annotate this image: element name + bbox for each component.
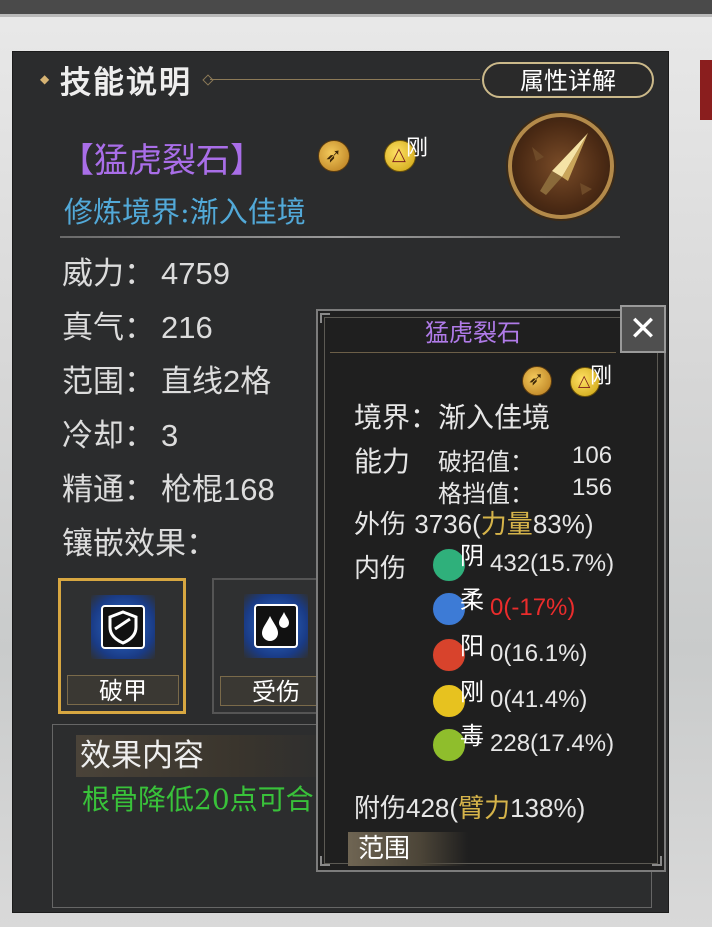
value: 432 <box>490 550 531 577</box>
stat-label: 冷却： <box>62 418 155 454</box>
element-label: 阴 <box>460 542 484 570</box>
outer-value: 3736 <box>414 509 473 539</box>
side-tab-edge[interactable] <box>700 60 712 120</box>
inlay-title: 镶嵌效果： <box>62 526 217 562</box>
top-bar-edge <box>0 14 712 17</box>
pct: (17.4%) <box>530 730 615 757</box>
gem-frame <box>91 595 155 659</box>
spear-tip-icon <box>508 113 614 219</box>
stat-label: 真气： <box>62 310 155 346</box>
inner-value: 432(15.7%) <box>490 550 614 578</box>
panel-title: 技能说明 <box>60 65 192 101</box>
break-row: 破招值： 106 <box>438 442 612 477</box>
bird-element-icon <box>318 140 350 172</box>
value: 0 <box>490 640 504 667</box>
tooltip-realm: 境界：渐入佳境 <box>354 396 550 436</box>
block-value: 156 <box>572 474 613 501</box>
tooltip-title: 猛虎裂石 <box>425 319 521 347</box>
stat-qi: 真气： 216 <box>62 302 213 347</box>
tooltip-title-divider <box>330 352 616 353</box>
outer-pct: 83%) <box>532 509 594 539</box>
extra-label: 附伤 <box>354 794 407 824</box>
stat-value: 216 <box>161 310 213 345</box>
gem-frame <box>244 594 308 658</box>
outer-attr: 力量 <box>480 510 533 540</box>
blood-drops-icon <box>254 604 298 648</box>
stat-value: 4759 <box>161 256 230 291</box>
attribute-detail-button[interactable]: 属性详解 <box>482 62 654 98</box>
stat-cooldown: 冷却： 3 <box>62 410 178 455</box>
stat-value: 直线2格 <box>161 364 272 399</box>
realm-label: 境界： <box>354 401 439 434</box>
stat-label: 精通： <box>62 472 155 508</box>
pct: (41.4%) <box>503 686 588 713</box>
close-button[interactable]: ✕ <box>620 305 666 353</box>
value: 0 <box>490 594 504 621</box>
stat-label: 范围： <box>62 364 155 400</box>
realm-value: 渐入佳境 <box>438 401 551 434</box>
inner-value: 228(17.4%) <box>490 730 614 758</box>
skill-realm: 修炼境界:渐入佳境 <box>64 195 306 229</box>
extra-paren: ( <box>449 793 459 823</box>
pct: (-17%) <box>503 594 576 621</box>
extra-pct: 138%) <box>510 793 586 823</box>
break-value: 106 <box>572 442 613 469</box>
skill-name: 【猛虎裂石】 <box>60 141 264 181</box>
stat-value: 3 <box>161 418 179 453</box>
value: 228 <box>490 730 531 757</box>
inner-value: 0(41.4%) <box>490 686 587 714</box>
section-divider <box>60 236 620 238</box>
title-divider <box>210 79 480 80</box>
element-label: 刚 <box>460 678 484 706</box>
inner-value: 0(16.1%) <box>490 640 587 668</box>
inlay-slot-armor-break[interactable]: 破甲 <box>58 578 186 714</box>
stat-label: 威力： <box>62 256 155 292</box>
effect-text: 根骨降低20点可合 <box>82 783 314 816</box>
corner-ornament <box>652 856 662 866</box>
shield-icon <box>101 605 145 649</box>
effect-title: 效果内容 <box>76 735 340 777</box>
element-label: 毒 <box>460 722 484 750</box>
top-bar <box>0 0 712 14</box>
range-tab[interactable]: 范围 <box>348 832 468 866</box>
gang-badge-label: 刚 <box>590 364 613 389</box>
outer-label: 外伤 <box>354 510 407 540</box>
close-icon: ✕ <box>628 309 658 349</box>
pct: (15.7%) <box>530 550 615 577</box>
stat-power: 威力： 4759 <box>62 248 230 293</box>
inner-value: 0(-17%) <box>490 594 575 622</box>
inner-label: 内伤 <box>354 554 407 584</box>
stat-range: 范围： 直线2格 <box>62 356 271 401</box>
corner-ornament <box>320 856 330 866</box>
slot-label: 破甲 <box>67 675 179 705</box>
stat-mastery: 精通： 枪棍168 <box>62 464 275 509</box>
title-ornament-icon: ◆ <box>40 72 50 86</box>
stat-value: 枪棍168 <box>161 472 275 507</box>
bird-element-icon <box>522 366 552 396</box>
gang-badge-label: 刚 <box>406 136 429 161</box>
break-label: 破招值： <box>438 448 534 476</box>
extra-value: 428 <box>406 793 450 823</box>
ability-label: 能力 <box>354 445 411 478</box>
value: 0 <box>490 686 504 713</box>
element-label: 阳 <box>460 632 484 660</box>
outer-paren: ( <box>472 509 481 539</box>
element-label: 柔 <box>460 586 484 614</box>
extra-attr: 臂力 <box>458 794 511 824</box>
pct: (16.1%) <box>503 640 588 667</box>
extra-damage-row: 附伤428(臂力138%) <box>354 788 585 825</box>
